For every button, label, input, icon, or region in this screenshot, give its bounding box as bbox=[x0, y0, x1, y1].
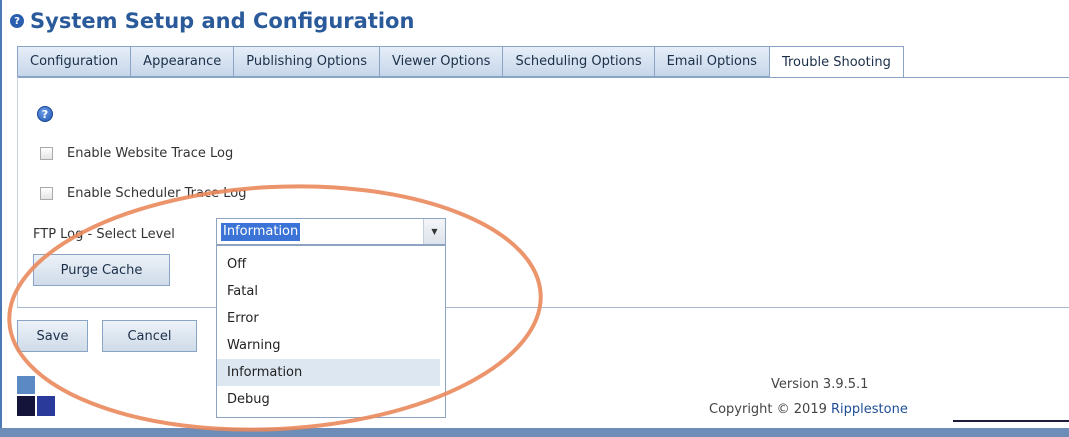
tab-viewer-options[interactable]: Viewer Options bbox=[378, 46, 503, 77]
left-border bbox=[0, 0, 2, 437]
ftp-log-selected-value: Information bbox=[221, 222, 301, 241]
tab-panel-left-border bbox=[17, 77, 18, 307]
option-debug[interactable]: Debug bbox=[217, 386, 440, 413]
copyright-prefix: Copyright © 2019 bbox=[709, 402, 827, 417]
website-trace-checkbox[interactable] bbox=[40, 147, 53, 160]
scheduler-trace-checkbox[interactable] bbox=[40, 187, 53, 200]
bottom-bar bbox=[0, 428, 1069, 437]
question-circle-icon: ? bbox=[10, 14, 24, 28]
chevron-down-icon[interactable]: ▼ bbox=[423, 219, 445, 244]
save-button[interactable]: Save bbox=[17, 320, 88, 352]
ftp-log-level-select[interactable]: Information ▼ bbox=[216, 218, 446, 245]
footer-divider bbox=[17, 307, 1069, 308]
help-circle-icon[interactable]: ? bbox=[37, 106, 53, 122]
scheduler-trace-label: Enable Scheduler Trace Log bbox=[67, 186, 247, 201]
ftp-log-label: FTP Log - Select Level bbox=[33, 227, 175, 242]
tab-bar: Configuration Appearance Publishing Opti… bbox=[17, 46, 904, 78]
footer-rule bbox=[953, 420, 1069, 422]
brand-link[interactable]: Ripplestone bbox=[831, 402, 908, 417]
page-title-text: System Setup and Configuration bbox=[30, 9, 415, 33]
version-text: Version 3.9.5.1 bbox=[771, 377, 869, 392]
tab-email-options[interactable]: Email Options bbox=[653, 46, 769, 77]
website-trace-row: Enable Website Trace Log bbox=[40, 146, 233, 161]
tab-scheduling-options[interactable]: Scheduling Options bbox=[502, 46, 654, 77]
option-warning[interactable]: Warning bbox=[217, 332, 440, 359]
option-off[interactable]: Off bbox=[217, 251, 440, 278]
option-error[interactable]: Error bbox=[217, 305, 440, 332]
tab-configuration[interactable]: Configuration bbox=[17, 46, 131, 77]
tab-publishing-options[interactable]: Publishing Options bbox=[233, 46, 379, 77]
page-title: ? System Setup and Configuration bbox=[10, 4, 414, 38]
tab-panel-border bbox=[17, 77, 1069, 78]
scheduler-trace-row: Enable Scheduler Trace Log bbox=[40, 186, 246, 201]
option-information[interactable]: Information bbox=[217, 359, 440, 386]
option-fatal[interactable]: Fatal bbox=[217, 278, 440, 305]
tab-trouble-shooting[interactable]: Trouble Shooting bbox=[768, 46, 904, 78]
purge-cache-button[interactable]: Purge Cache bbox=[33, 254, 170, 286]
website-trace-label: Enable Website Trace Log bbox=[67, 146, 234, 161]
cancel-button[interactable]: Cancel bbox=[102, 320, 197, 352]
tab-appearance[interactable]: Appearance bbox=[130, 46, 234, 77]
ftp-log-level-dropdown: Off Fatal Error Warning Information Debu… bbox=[216, 245, 446, 418]
copyright-text: Copyright © 2019 Ripplestone bbox=[709, 402, 908, 417]
